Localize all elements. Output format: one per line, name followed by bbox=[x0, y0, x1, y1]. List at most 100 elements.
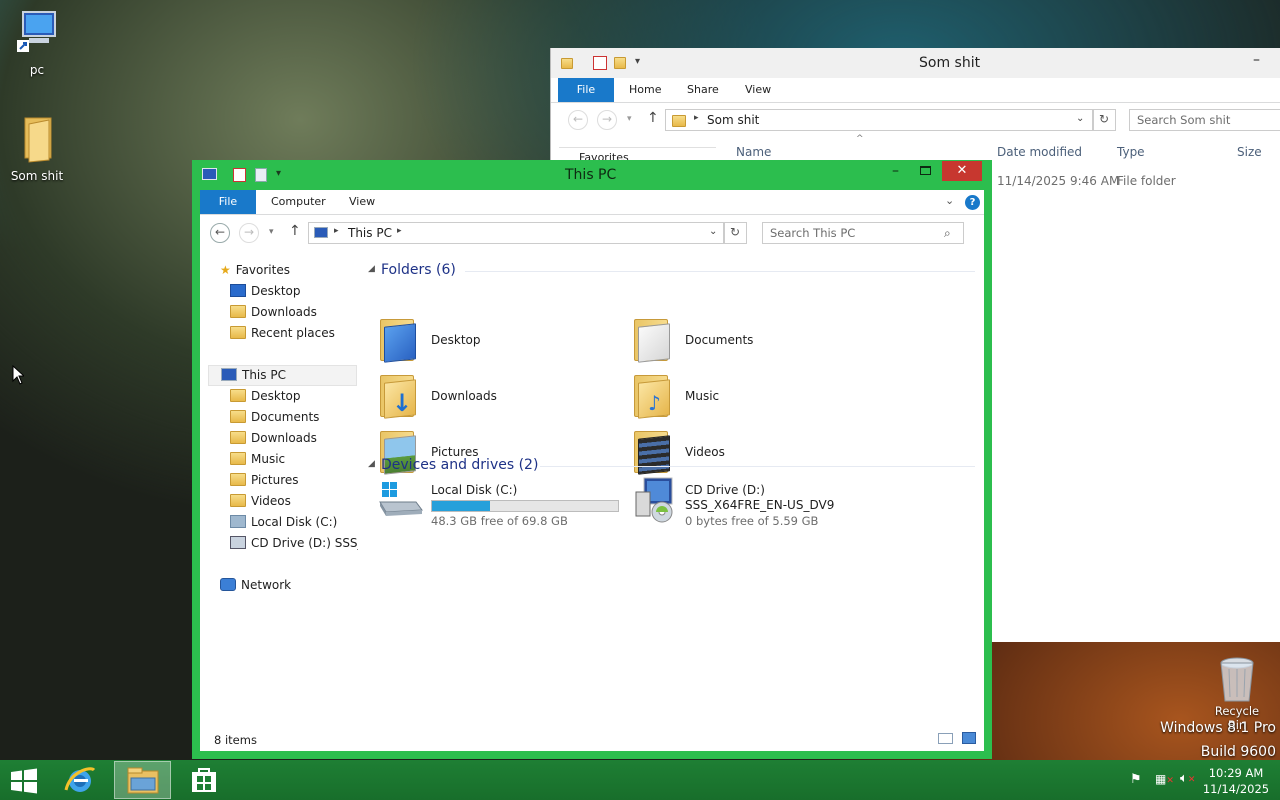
tab-view[interactable]: View bbox=[731, 78, 785, 102]
nav-pc-downloads[interactable]: Downloads bbox=[230, 429, 317, 448]
desktop-icon-som-shit[interactable]: Som shit bbox=[5, 116, 69, 183]
tab-home[interactable]: Home bbox=[615, 78, 675, 102]
nav-label: CD Drive (D:) SSS_X6 bbox=[251, 536, 358, 550]
nav-pc-music[interactable]: Music bbox=[230, 450, 285, 469]
nav-pc-cd-drive[interactable]: CD Drive (D:) SSS_X6 bbox=[230, 534, 358, 553]
back-button[interactable]: ← bbox=[568, 110, 588, 130]
nav-pc-documents[interactable]: Documents bbox=[230, 408, 319, 427]
help-icon[interactable]: ? bbox=[965, 195, 980, 210]
properties-icon[interactable] bbox=[593, 56, 607, 70]
column-name[interactable]: Name bbox=[736, 145, 771, 159]
folder-label-music[interactable]: Music bbox=[685, 389, 719, 403]
nav-favorites[interactable]: ★ Favorites bbox=[220, 261, 290, 280]
desktop-icon-label: Som shit bbox=[10, 169, 64, 183]
address-text: Som shit bbox=[707, 113, 760, 127]
chevron-down-icon[interactable]: ▾ bbox=[276, 168, 281, 179]
taskbar-file-explorer[interactable] bbox=[114, 761, 171, 799]
windows-watermark: Windows 8.1 Pro Build 9600 bbox=[1120, 716, 1276, 764]
collapse-group-icon[interactable]: ◢ bbox=[368, 459, 375, 469]
devices-group-header[interactable]: Devices and drives (2) bbox=[381, 457, 538, 473]
large-icons-view-icon[interactable] bbox=[962, 732, 976, 744]
nav-fav-desktop[interactable]: Desktop bbox=[230, 282, 301, 301]
collapse-group-icon[interactable]: ◢ bbox=[368, 264, 375, 274]
internet-explorer-icon bbox=[64, 767, 96, 792]
column-type[interactable]: Type bbox=[1117, 145, 1145, 159]
column-size[interactable]: Size bbox=[1237, 145, 1262, 159]
properties-icon[interactable] bbox=[233, 168, 246, 182]
expand-ribbon-icon[interactable]: ⌄ bbox=[945, 194, 954, 207]
details-view-icon[interactable] bbox=[938, 733, 953, 744]
back-button[interactable]: ← bbox=[210, 223, 230, 243]
nav-fav-downloads[interactable]: Downloads bbox=[230, 303, 317, 322]
tab-view[interactable]: View bbox=[335, 190, 389, 214]
nav-pc-desktop[interactable]: Desktop bbox=[230, 387, 301, 406]
search-input[interactable]: Search Som shit bbox=[1129, 109, 1280, 131]
chevron-down-icon[interactable]: ▾ bbox=[635, 56, 640, 67]
nav-pc-videos[interactable]: Videos bbox=[230, 492, 291, 511]
recent-locations-icon[interactable]: ▾ bbox=[627, 114, 632, 124]
nav-pc-pictures[interactable]: Pictures bbox=[230, 471, 299, 490]
tab-computer[interactable]: Computer bbox=[257, 190, 340, 214]
nav-label: Network bbox=[241, 578, 292, 592]
folders-group-header[interactable]: Folders (6) bbox=[381, 262, 456, 278]
folder-icon bbox=[561, 56, 573, 69]
folder-label-videos[interactable]: Videos bbox=[685, 445, 725, 459]
tab-file[interactable]: File bbox=[558, 78, 614, 102]
recent-locations-icon[interactable]: ▾ bbox=[269, 227, 274, 237]
forward-button[interactable]: → bbox=[239, 223, 259, 243]
nav-fav-recent-places[interactable]: Recent places bbox=[230, 324, 335, 343]
up-button[interactable]: ↑ bbox=[289, 223, 301, 239]
network-icon bbox=[220, 578, 236, 591]
folder-videos-icon bbox=[632, 429, 672, 475]
drive-label-d[interactable]: CD Drive (D:) bbox=[685, 483, 765, 497]
tab-file[interactable]: File bbox=[200, 190, 256, 214]
nav-pc-local-disk[interactable]: Local Disk (C:) bbox=[230, 513, 337, 532]
action-center-flag-icon[interactable]: ⚑ bbox=[1130, 772, 1142, 787]
explorer-window-this-pc: ▾ This PC – ✕ File Computer View ⌄ ? ← →… bbox=[192, 160, 992, 759]
chevron-down-icon[interactable]: ⌄ bbox=[709, 226, 717, 237]
refresh-button[interactable]: ↻ bbox=[724, 222, 747, 244]
column-date-modified[interactable]: Date modified bbox=[997, 145, 1082, 159]
folder-label-downloads[interactable]: Downloads bbox=[431, 389, 497, 403]
drive-label-c[interactable]: Local Disk (C:) bbox=[431, 483, 517, 497]
search-input[interactable]: Search This PC ⌕ bbox=[762, 222, 964, 244]
start-button[interactable] bbox=[10, 768, 38, 794]
drive-icon bbox=[230, 515, 246, 528]
close-button[interactable]: ✕ bbox=[942, 161, 982, 181]
address-bar[interactable]: ▸ This PC ▸ ⌄ bbox=[308, 222, 724, 244]
tab-share[interactable]: Share bbox=[673, 78, 733, 102]
folder-label-documents[interactable]: Documents bbox=[685, 333, 753, 347]
nav-this-pc[interactable]: This PC bbox=[208, 365, 357, 386]
address-bar[interactable]: ▸ Som shit ⌄ bbox=[665, 109, 1093, 131]
taskbar-clock[interactable]: 10:29 AM 11/14/2025 bbox=[1200, 765, 1272, 797]
chevron-down-icon[interactable]: ⌄ bbox=[1076, 113, 1084, 124]
folder-desktop-icon bbox=[378, 317, 418, 363]
volume-muted-icon[interactable]: 🔈︎✕ bbox=[1180, 771, 1195, 786]
minimize-button[interactable]: – bbox=[892, 163, 899, 179]
refresh-button[interactable]: ↻ bbox=[1093, 109, 1116, 131]
row-date: 11/14/2025 9:46 AM bbox=[997, 174, 1120, 188]
new-folder-icon[interactable] bbox=[614, 56, 626, 69]
network-status-icon[interactable]: ▦✕ bbox=[1155, 772, 1174, 786]
folder-documents-icon bbox=[632, 317, 672, 363]
folder-label-desktop[interactable]: Desktop bbox=[431, 333, 481, 347]
ribbon-tabs: File Computer View ⌄ ? bbox=[200, 190, 984, 215]
recycle-bin-icon bbox=[1220, 657, 1254, 702]
file-explorer-icon bbox=[127, 767, 159, 794]
refresh-icon: ↻ bbox=[730, 225, 741, 239]
desktop-icon-pc[interactable]: pc bbox=[5, 10, 69, 77]
forward-button[interactable]: → bbox=[597, 110, 617, 130]
nav-label: Documents bbox=[251, 410, 320, 424]
taskbar-internet-explorer[interactable] bbox=[62, 764, 98, 796]
folder-icon bbox=[24, 117, 52, 163]
new-folder-icon[interactable] bbox=[255, 168, 267, 182]
local-disk-icon bbox=[376, 478, 424, 520]
taskbar-store[interactable] bbox=[190, 766, 218, 794]
watermark-edition: Windows 8.1 Pro bbox=[1160, 720, 1276, 736]
maximize-button[interactable] bbox=[920, 166, 931, 175]
nav-network[interactable]: Network bbox=[220, 576, 291, 595]
up-button[interactable]: ↑ bbox=[647, 110, 659, 126]
minimize-button[interactable]: – bbox=[1253, 52, 1260, 68]
cd-drive-icon bbox=[632, 476, 678, 524]
pictures-folder-icon bbox=[230, 473, 246, 486]
